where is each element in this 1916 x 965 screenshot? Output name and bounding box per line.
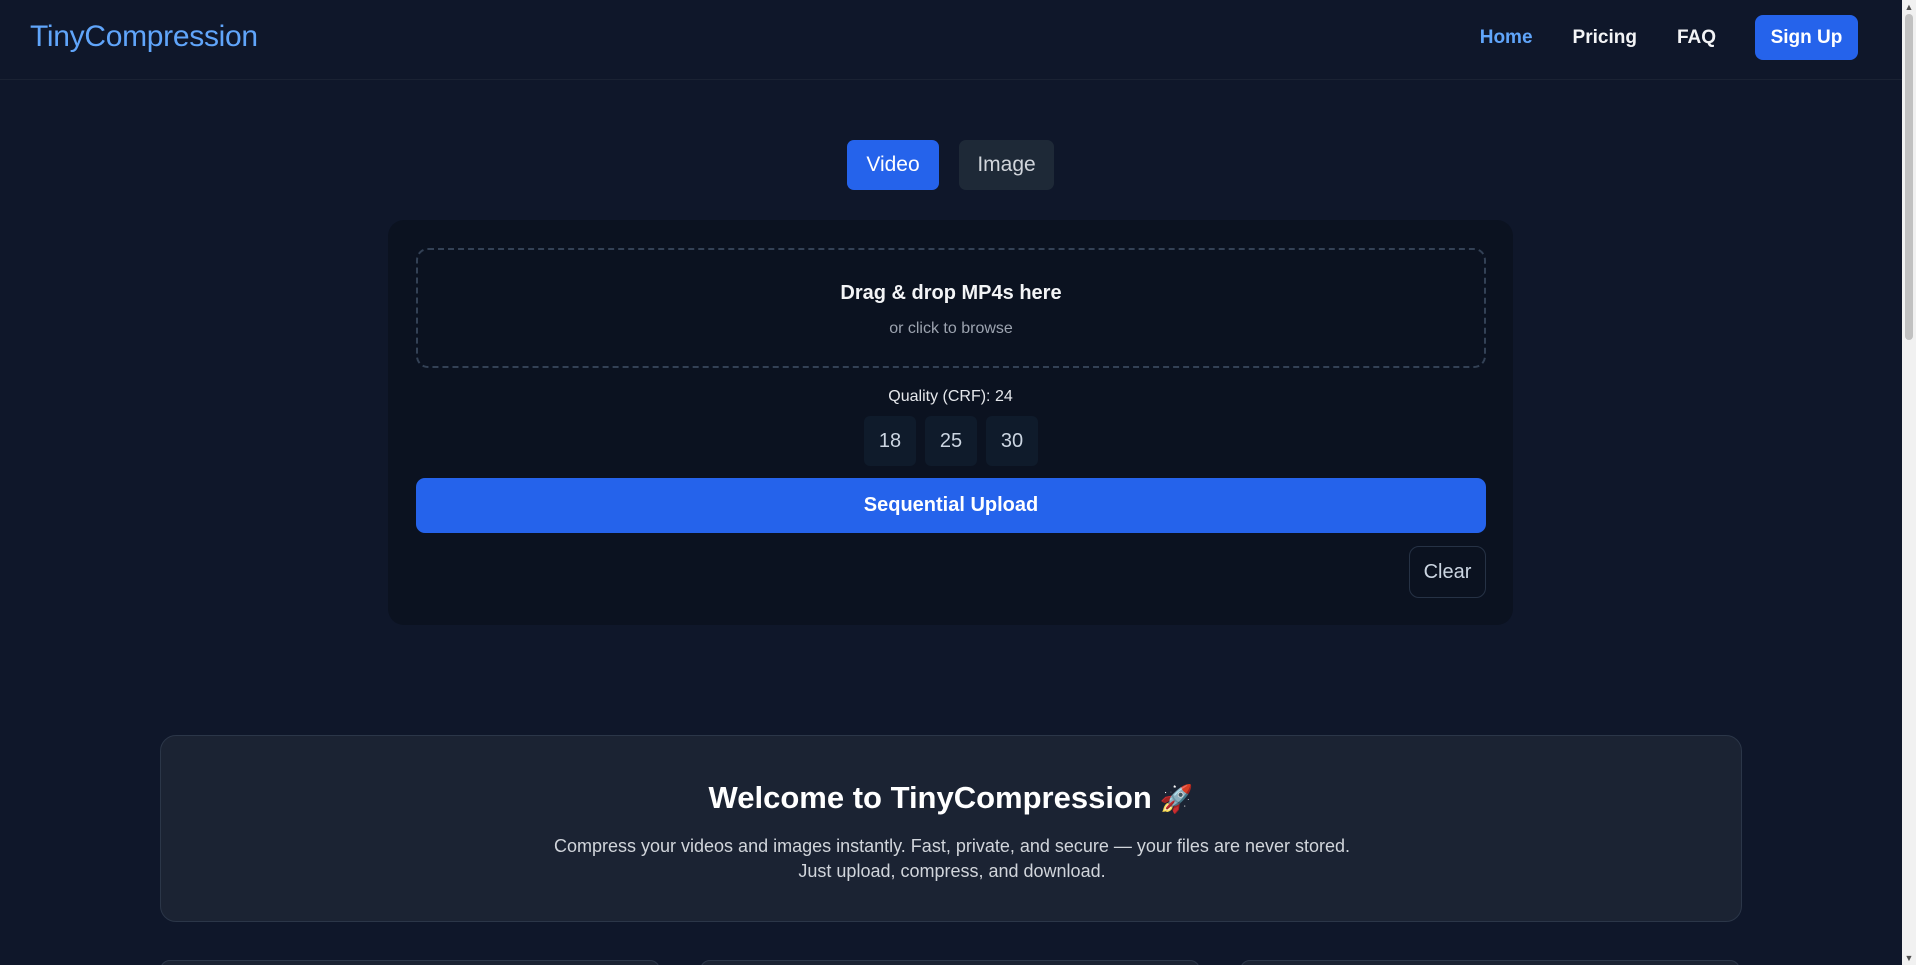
logo[interactable]: TinyCompression bbox=[30, 20, 258, 54]
sequential-upload-button[interactable]: Sequential Upload bbox=[416, 478, 1486, 533]
dropzone-subtitle: or click to browse bbox=[889, 320, 1013, 337]
file-dropzone[interactable]: Drag & drop MP4s here or click to browse bbox=[416, 248, 1486, 368]
nav-home-link[interactable]: Home bbox=[1480, 27, 1533, 49]
rocket-icon: 🚀 bbox=[1159, 784, 1194, 814]
tab-video[interactable]: Video bbox=[847, 140, 939, 190]
nav-pricing-link[interactable]: Pricing bbox=[1573, 27, 1637, 49]
feature-card-peek bbox=[700, 960, 1200, 965]
sign-up-button[interactable]: Sign Up bbox=[1755, 15, 1858, 60]
main-nav: Home Pricing FAQ Sign Up bbox=[1440, 15, 1858, 60]
crf-30-button[interactable]: 30 bbox=[986, 416, 1038, 466]
crf-preset-group: 18 25 30 bbox=[864, 416, 1047, 466]
scroll-up-arrow-icon[interactable]: ▲ bbox=[1902, 0, 1916, 14]
scrollbar-thumb[interactable] bbox=[1905, 14, 1913, 340]
feature-card-peek bbox=[160, 960, 660, 965]
top-header: TinyCompression Home Pricing FAQ Sign Up bbox=[0, 0, 1902, 80]
crf-25-button[interactable]: 25 bbox=[925, 416, 977, 466]
crf-18-button[interactable]: 18 bbox=[864, 416, 916, 466]
uploader-card: Drag & drop MP4s here or click to browse… bbox=[388, 220, 1513, 625]
welcome-title: Welcome to TinyCompression 🚀 bbox=[161, 780, 1741, 816]
feature-card-peek bbox=[1240, 960, 1740, 965]
vertical-scrollbar[interactable]: ▲ ▼ bbox=[1902, 0, 1916, 965]
nav-faq-link[interactable]: FAQ bbox=[1677, 27, 1716, 49]
quality-label: Quality (CRF): 24 bbox=[888, 388, 1013, 405]
clear-button[interactable]: Clear bbox=[1409, 546, 1486, 598]
media-type-tabs: Video Image bbox=[847, 140, 1054, 190]
tab-image[interactable]: Image bbox=[959, 140, 1054, 190]
welcome-description: Compress your videos and images instantl… bbox=[553, 836, 1351, 881]
scroll-down-arrow-icon[interactable]: ▼ bbox=[1902, 951, 1916, 965]
welcome-card: Welcome to TinyCompression 🚀 Compress you… bbox=[160, 735, 1742, 922]
dropzone-title: Drag & drop MP4s here bbox=[840, 282, 1062, 304]
page: TinyCompression Home Pricing FAQ Sign Up… bbox=[0, 0, 1916, 965]
welcome-title-text: Welcome to TinyCompression bbox=[708, 780, 1152, 815]
